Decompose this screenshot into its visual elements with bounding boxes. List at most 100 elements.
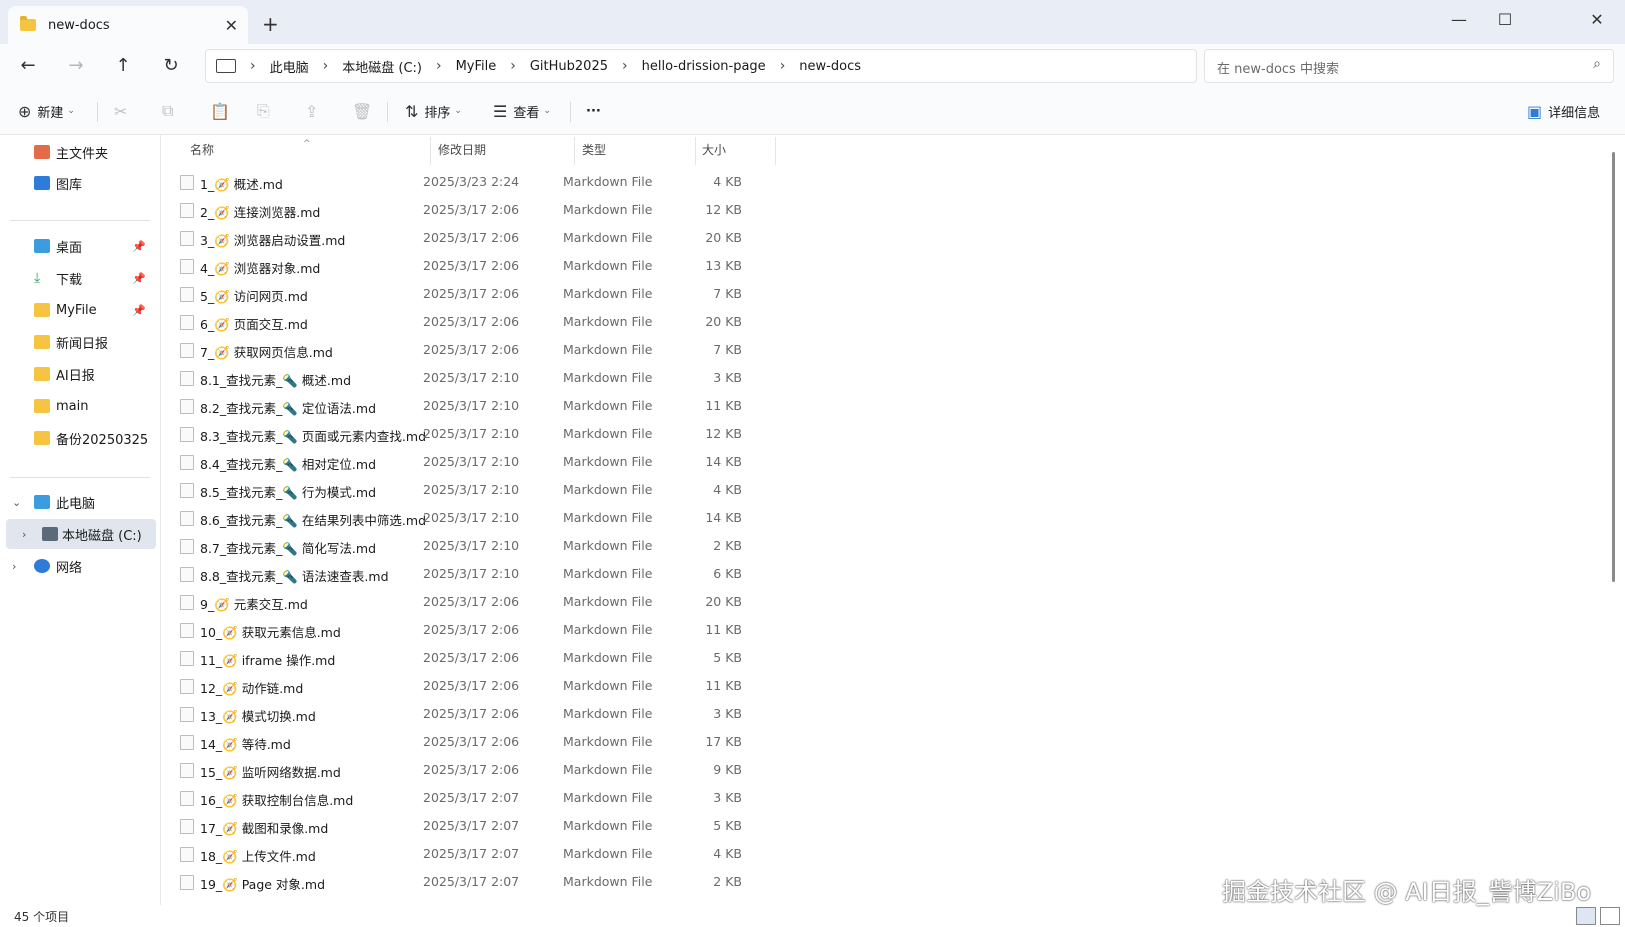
new-button[interactable]: ⊕ 新建 ⌄ [18,98,75,124]
file-row[interactable]: 19_🧭 Page 对象.md 2025/3/17 2:07 Markdown Fi… [170,868,780,895]
minimize-button[interactable]: — [1439,6,1479,34]
file-row[interactable]: 13_🧭 模式切换.md 2025/3/17 2:06 Markdown File 3… [170,700,780,727]
sidebar-item-main[interactable]: main [0,391,158,421]
file-row[interactable]: 8.5_查找元素_🔦 行为模式.md 2025/3/17 2:10 Markdown… [170,476,780,503]
details-pane-button[interactable]: ▣ 详细信息 [1527,98,1600,124]
copy-button[interactable]: ⧉ [162,98,179,124]
file-row[interactable]: 3_🧭 浏览器启动设置.md 2025/3/17 2:06 Markdown Fil… [170,224,780,251]
file-name: 16_🧭 获取控制台信息.md [200,793,354,808]
breadcrumb-myfile[interactable]: MyFile [456,59,497,74]
share-button[interactable]: ⇪ [305,98,324,124]
file-name: 8.8_查找元素_🔦 语法速查表.md [200,569,389,584]
sort-button[interactable]: ⇅ 排序 ⌄ [405,98,462,124]
status-bar: 45 个项目 [0,905,1625,927]
sidebar-item-desktop[interactable]: 桌面 📌 [0,231,158,261]
network-icon [34,559,50,573]
sidebar-item-local-disk[interactable]: › 本地磁盘 (C:) [6,519,156,549]
file-row[interactable]: 8.4_查找元素_🔦 相对定位.md 2025/3/17 2:10 Markdown… [170,448,780,475]
chevron-right-icon[interactable]: › [22,528,26,541]
column-type[interactable]: 类型 [582,135,606,165]
breadcrumb-github2025[interactable]: GitHub2025 [530,59,608,74]
more-options-button[interactable]: ··· [586,98,601,124]
rename-button[interactable]: ⎘ [257,98,276,124]
details-label: 详细信息 [1548,105,1601,121]
breadcrumb-local-disk[interactable]: 本地磁盘 (C:) [342,57,422,76]
sidebar-item-downloads[interactable]: ⤓ 下载 📌 [0,263,158,293]
file-row[interactable]: 1_🧭 概述.md 2025/3/23 2:24 Markdown File 4 KB [170,168,780,195]
address-bar[interactable]: › 此电脑 › 本地磁盘 (C:) › MyFile › GitHub2025 … [205,49,1197,83]
file-row[interactable]: 8.8_查找元素_🔦 语法速查表.md 2025/3/17 2:10 Markdow… [170,560,780,587]
file-row[interactable]: 14_🧭 等待.md 2025/3/17 2:06 Markdown File 17 … [170,728,780,755]
plus-circle-icon: ⊕ [18,101,32,121]
column-divider[interactable] [574,137,575,165]
close-window-button[interactable]: ✕ [1577,6,1617,34]
sidebar-item-news-daily[interactable]: 新闻日报 [0,327,158,357]
file-type: Markdown File [563,818,653,833]
chevron-down-icon[interactable]: ⌄ [12,496,21,509]
file-row[interactable]: 8.3_查找元素_🔦 页面或元素内查找.md 2025/3/17 2:10 Mark… [170,420,780,447]
tab-new-docs[interactable]: new-docs ✕ [8,6,248,44]
back-button[interactable]: ← [12,52,44,80]
breadcrumb-this-pc[interactable]: 此电脑 [270,57,309,76]
search-input[interactable]: 在 new-docs 中搜索 ⌕ [1204,49,1614,83]
delete-button[interactable]: 🗑 [352,98,378,124]
file-row[interactable]: 10_🧭 获取元素信息.md 2025/3/17 2:06 Markdown Fil… [170,616,780,643]
details-view-icon[interactable] [1576,907,1596,925]
sidebar-item-backup[interactable]: 备份20250325 [0,423,158,453]
up-button[interactable]: ↑ [107,52,139,80]
column-date[interactable]: 修改日期 [438,135,486,165]
file-row[interactable]: 12_🧭 动作链.md 2025/3/17 2:06 Markdown File 11… [170,672,780,699]
cut-button[interactable]: ✂ [114,98,133,124]
file-row[interactable]: 5_🧭 访问网页.md 2025/3/17 2:06 Markdown File 7 … [170,280,780,307]
column-name[interactable]: 名称 [190,135,214,165]
file-type: Markdown File [563,790,653,805]
tab-close-icon[interactable]: ✕ [225,16,238,35]
chevron-right-icon[interactable]: › [12,560,16,573]
file-row[interactable]: 17_🧭 截图和录像.md 2025/3/17 2:07 Markdown File… [170,812,780,839]
sidebar-item-ai-daily[interactable]: AI日报 [0,359,158,389]
column-divider[interactable] [695,137,696,165]
file-row[interactable]: 8.7_查找元素_🔦 简化写法.md 2025/3/17 2:10 Markdown… [170,532,780,559]
file-name: 8.7_查找元素_🔦 简化写法.md [200,541,377,556]
file-row[interactable]: 8.1_查找元素_🔦 概述.md 2025/3/17 2:10 Markdown F… [170,364,780,391]
chevron-right-icon[interactable]: › [436,58,442,74]
sidebar-item-network[interactable]: › 网络 [0,551,158,581]
file-row[interactable]: 2_🧭 连接浏览器.md 2025/3/17 2:06 Markdown File 1… [170,196,780,223]
forward-button[interactable]: → [60,52,92,80]
refresh-button[interactable]: ↻ [155,52,187,80]
file-row[interactable]: 8.6_查找元素_🔦 在结果列表中筛选.md 2025/3/17 2:10 Mark… [170,504,780,531]
sidebar-item-label: 网络 [56,560,83,576]
sidebar-item-this-pc[interactable]: ⌄ 此电脑 [0,487,158,517]
chevron-right-icon[interactable]: › [622,58,628,74]
breadcrumb-hello-drission-page[interactable]: hello-drission-page [642,59,766,74]
file-row[interactable]: 16_🧭 获取控制台信息.md 2025/3/17 2:07 Markdown Fi… [170,784,780,811]
file-size: 3 KB [713,370,742,385]
view-button[interactable]: ☰ 查看 ⌄ [493,98,551,124]
chevron-right-icon[interactable]: › [780,58,786,74]
file-row[interactable]: 4_🧭 浏览器对象.md 2025/3/17 2:06 Markdown File 1… [170,252,780,279]
new-tab-button[interactable]: + [262,12,279,36]
vertical-scrollbar[interactable] [1612,152,1615,582]
navigation-bar: ← → ↑ ↻ › 此电脑 › 本地磁盘 (C:) › MyFile › Git… [0,44,1625,88]
sidebar-item-myfile[interactable]: MyFile 📌 [0,295,158,325]
file-row[interactable]: 7_🧭 获取网页信息.md 2025/3/17 2:06 Markdown File… [170,336,780,363]
sidebar-item-home[interactable]: 主文件夹 [0,137,158,167]
item-count: 45 个项目 [14,910,70,924]
file-row[interactable]: 15_🧭 监听网络数据.md 2025/3/17 2:06 Markdown Fil… [170,756,780,783]
sidebar-item-gallery[interactable]: 图库 [0,168,158,198]
large-icons-view-icon[interactable] [1600,907,1620,925]
paste-button[interactable]: 📋 [210,98,236,124]
file-type: Markdown File [563,398,653,413]
file-row[interactable]: 8.2_查找元素_🔦 定位语法.md 2025/3/17 2:10 Markdown… [170,392,780,419]
chevron-right-icon[interactable]: › [323,58,329,74]
column-size[interactable]: 大小 [702,135,726,165]
breadcrumb-new-docs[interactable]: new-docs [799,59,861,74]
file-row[interactable]: 18_🧭 上传文件.md 2025/3/17 2:07 Markdown File 4… [170,840,780,867]
file-row[interactable]: 9_🧭 元素交互.md 2025/3/17 2:06 Markdown File 20… [170,588,780,615]
chevron-right-icon[interactable]: › [510,58,516,74]
file-row[interactable]: 6_🧭 页面交互.md 2025/3/17 2:06 Markdown File 20… [170,308,780,335]
maximize-button[interactable]: ☐ [1485,6,1525,34]
file-row[interactable]: 11_🧭 iframe 操作.md 2025/3/17 2:06 Markdown … [170,644,780,671]
column-divider[interactable] [775,137,776,165]
column-divider[interactable] [430,137,431,165]
